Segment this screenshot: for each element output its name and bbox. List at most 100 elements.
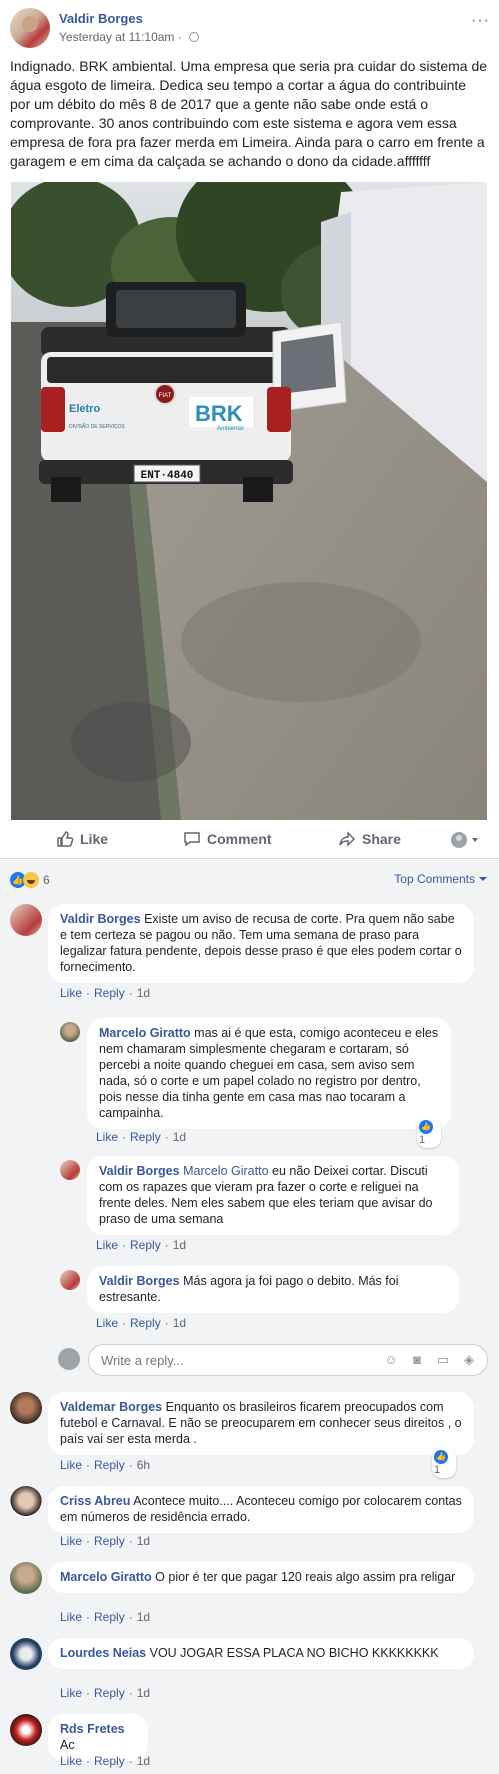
comment-time[interactable]: 6h [137, 1458, 150, 1472]
replier-avatar[interactable] [60, 1270, 80, 1290]
like-reaction-icon: 👍 [434, 1450, 448, 1464]
comment-like-link[interactable]: Like [60, 1610, 82, 1624]
reply-time[interactable]: 1d [173, 1316, 186, 1330]
replier-avatar[interactable] [60, 1022, 80, 1042]
reaction-count: 6 [43, 873, 50, 887]
reply-tools: ☺ ◙ ▭ ◈ [373, 1351, 477, 1369]
current-user-avatar [58, 1348, 80, 1370]
commenter-avatar[interactable] [10, 1392, 42, 1424]
mention-tag[interactable]: Marcelo Giratto [183, 1164, 268, 1178]
gif-icon[interactable]: ▭ [435, 1352, 451, 1368]
reply-actions: Like · Reply · 1d [96, 1130, 187, 1144]
meta-separator: · [177, 30, 182, 44]
eletro-sub: DIVISÃO DE SERVIÇOS [69, 423, 125, 430]
comment-reply-link[interactable]: Reply [94, 1686, 125, 1700]
comment-reactions[interactable]: 👍1 [432, 1448, 456, 1478]
share-icon [339, 831, 356, 847]
comment-actions: Like · Reply · 6h [60, 1458, 151, 1472]
comment-sort-dropdown[interactable]: Top Comments [394, 872, 487, 886]
comment-button[interactable]: Comment [183, 830, 272, 848]
comment-bubble: Lourdes Neias VOU JOGAR ESSA PLACA NO BI… [48, 1638, 474, 1669]
reply-composer: ☺ ◙ ▭ ◈ [58, 1344, 488, 1376]
comment-actions: Like · Reply · 1d [60, 1686, 151, 1700]
comment-actions: Like · Reply · 1d [60, 1534, 151, 1548]
comment-bubble: Valdemar Borges Enquanto os brasileiros … [48, 1392, 474, 1455]
comment-actions: Like · Reply · 1d [60, 1754, 151, 1768]
post-author-name[interactable]: Valdir Borges [59, 11, 143, 26]
reply-bubble: Valdir Borges Más agora ja foi pago o de… [87, 1266, 459, 1313]
camera-icon[interactable]: ◙ [409, 1352, 425, 1367]
commenter-name[interactable]: Valdir Borges [60, 912, 141, 926]
emoji-icon[interactable]: ☺ [383, 1352, 399, 1367]
comment-like-link[interactable]: Like [60, 1754, 82, 1768]
chevron-down-icon [479, 877, 487, 885]
author-avatar[interactable] [10, 8, 50, 48]
more-options-icon[interactable]: ··· [471, 12, 490, 30]
replier-name[interactable]: Marcelo Giratto [99, 1026, 191, 1040]
comment-time[interactable]: 1d [137, 1534, 150, 1548]
comment-time[interactable]: 1d [137, 1686, 150, 1700]
comment-like-link[interactable]: Like [60, 1458, 82, 1472]
reaction-summary[interactable]: 👍 6 [10, 872, 50, 888]
replier-avatar[interactable] [60, 1160, 80, 1180]
sticker-icon[interactable]: ◈ [461, 1352, 477, 1368]
commenter-avatar[interactable] [10, 1638, 42, 1670]
commenter-avatar[interactable] [10, 1562, 42, 1594]
reply-reactions[interactable]: 👍1 [417, 1118, 441, 1148]
comment-text: Ac [60, 1738, 75, 1752]
commenter-name[interactable]: Lourdes Neias [60, 1646, 146, 1660]
reply-like-link[interactable]: Like [96, 1316, 118, 1330]
post-text: Indignado. BRK ambiental. Uma empresa qu… [10, 58, 488, 169]
commenter-name[interactable]: Criss Abreu [60, 1494, 130, 1508]
comment-like-link[interactable]: Like [60, 1534, 82, 1548]
comment-icon [184, 832, 200, 847]
reply-bubble: Valdir Borges Marcelo Giratto eu não Dei… [87, 1156, 459, 1235]
globe-icon [189, 32, 200, 42]
comment-actions: Like · Reply · 1d [60, 986, 151, 1000]
commenter-name[interactable]: Valdemar Borges [60, 1400, 162, 1414]
comment-bubble: Valdir Borges Existe um aviso de recusa … [48, 904, 474, 983]
comment-reply-link[interactable]: Reply [94, 1610, 125, 1624]
post-timestamp[interactable]: Yesterday at 11:10am [59, 30, 174, 44]
post-photo[interactable]: FIAT Eletro DIVISÃO DE SERVIÇOS BRK Ambi… [11, 182, 487, 820]
comment-time[interactable]: 1d [137, 1610, 150, 1624]
comment-reply-link[interactable]: Reply [94, 986, 125, 1000]
commenter-avatar[interactable] [10, 1714, 42, 1746]
comment-text: VOU JOGAR ESSA PLACA NO BICHO KKKKKKKK [149, 1646, 439, 1660]
commenter-name[interactable]: Marcelo Giratto [60, 1570, 152, 1584]
comment-actions: Like · Reply · 1d [60, 1610, 151, 1624]
post-meta: Yesterday at 11:10am · [59, 30, 200, 44]
reply-time[interactable]: 1d [173, 1238, 186, 1252]
replier-name[interactable]: Valdir Borges [99, 1274, 180, 1288]
comment-reply-link[interactable]: Reply [94, 1534, 125, 1548]
comment-time[interactable]: 1d [137, 986, 150, 1000]
profile-selector-icon [451, 832, 478, 848]
eletro-logo: Eletro [69, 403, 100, 415]
comment-like-link[interactable]: Like [60, 1686, 82, 1700]
replier-name[interactable]: Valdir Borges [99, 1164, 180, 1178]
reply-text: mas ai é que esta, comigo aconteceu e el… [99, 1026, 439, 1120]
commenter-name[interactable]: Rds Fretes [60, 1722, 125, 1736]
like-button[interactable]: Like [56, 830, 108, 848]
reaction-selector[interactable] [450, 831, 480, 854]
reply-reply-link[interactable]: Reply [130, 1238, 161, 1252]
commenter-avatar[interactable] [10, 904, 42, 936]
brk-logo: BRK [195, 401, 243, 426]
comment-reply-link[interactable]: Reply [94, 1754, 125, 1768]
comment-like-link[interactable]: Like [60, 986, 82, 1000]
fiat-emblem: FIAT [159, 393, 172, 399]
reply-reply-link[interactable]: Reply [130, 1316, 161, 1330]
commenter-avatar[interactable] [10, 1486, 42, 1518]
reply-reply-link[interactable]: Reply [130, 1130, 161, 1144]
comment-time[interactable]: 1d [137, 1754, 150, 1768]
reply-like-link[interactable]: Like [96, 1238, 118, 1252]
reply-actions: Like · Reply · 1d [96, 1238, 187, 1252]
reply-like-link[interactable]: Like [96, 1130, 118, 1144]
like-reaction-icon: 👍 [419, 1120, 433, 1134]
reply-actions: Like · Reply · 1d [96, 1316, 187, 1330]
haha-reaction-icon [23, 872, 39, 888]
reply-time[interactable]: 1d [173, 1130, 186, 1144]
share-button[interactable]: Share [338, 830, 401, 848]
post-header: Valdir Borges Yesterday at 11:10am · ··· [10, 8, 490, 52]
comment-reply-link[interactable]: Reply [94, 1458, 125, 1472]
